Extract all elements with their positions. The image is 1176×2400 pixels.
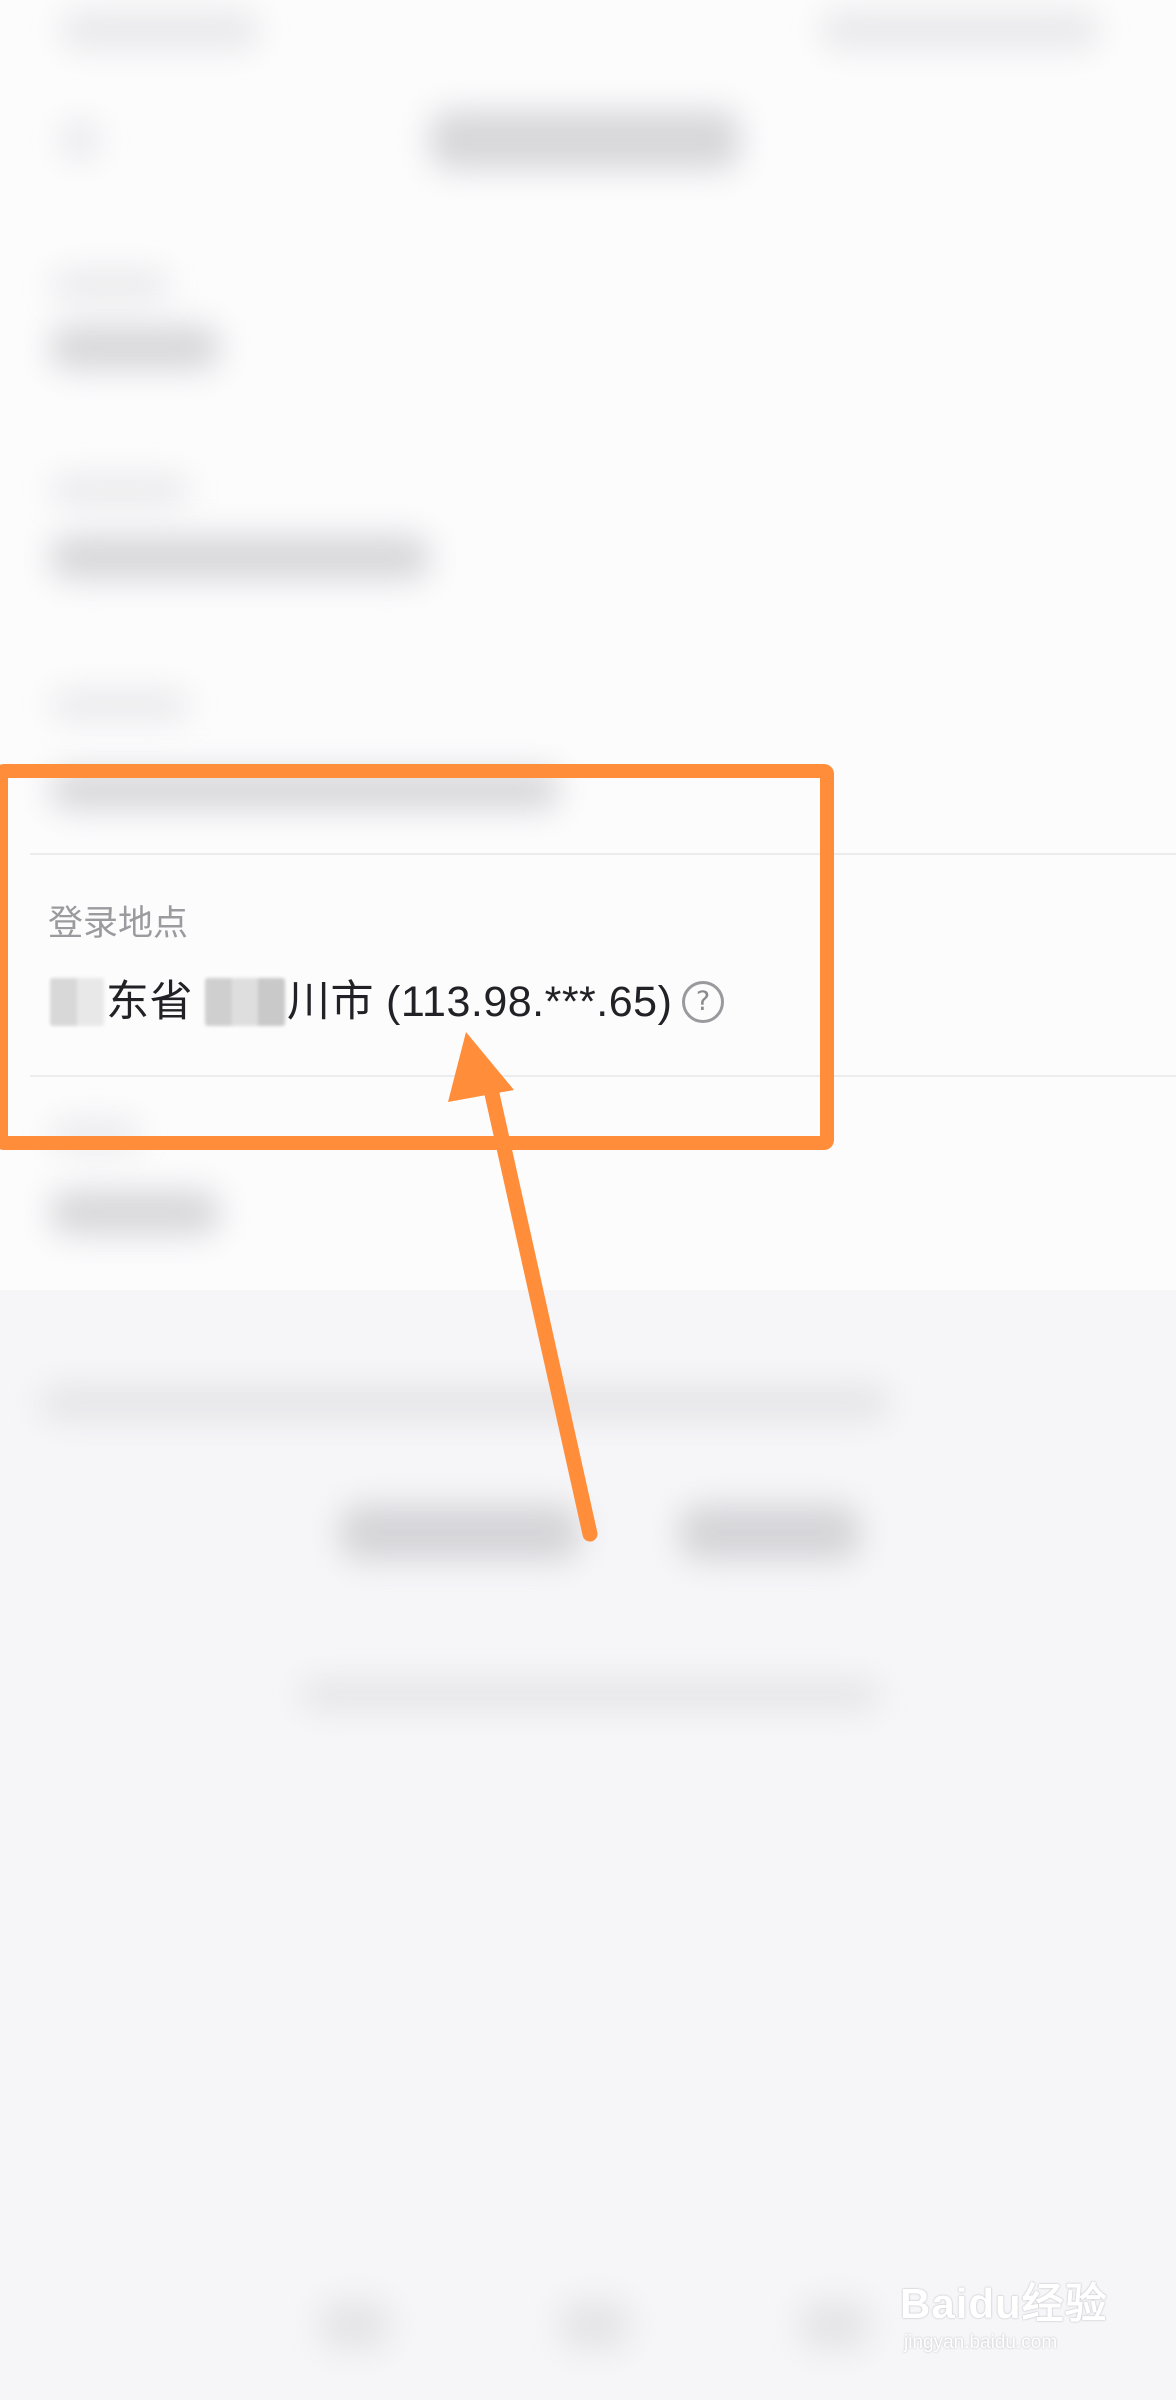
watermark-main-text: Baidu经验: [900, 2280, 1108, 2327]
baidu-jingyan-watermark: Baidu经验 jingyan.baidu.com: [900, 2270, 1140, 2380]
annotation-arrow: [448, 1032, 598, 1542]
watermark-sub-text: jingyan.baidu.com: [904, 2332, 1058, 2353]
